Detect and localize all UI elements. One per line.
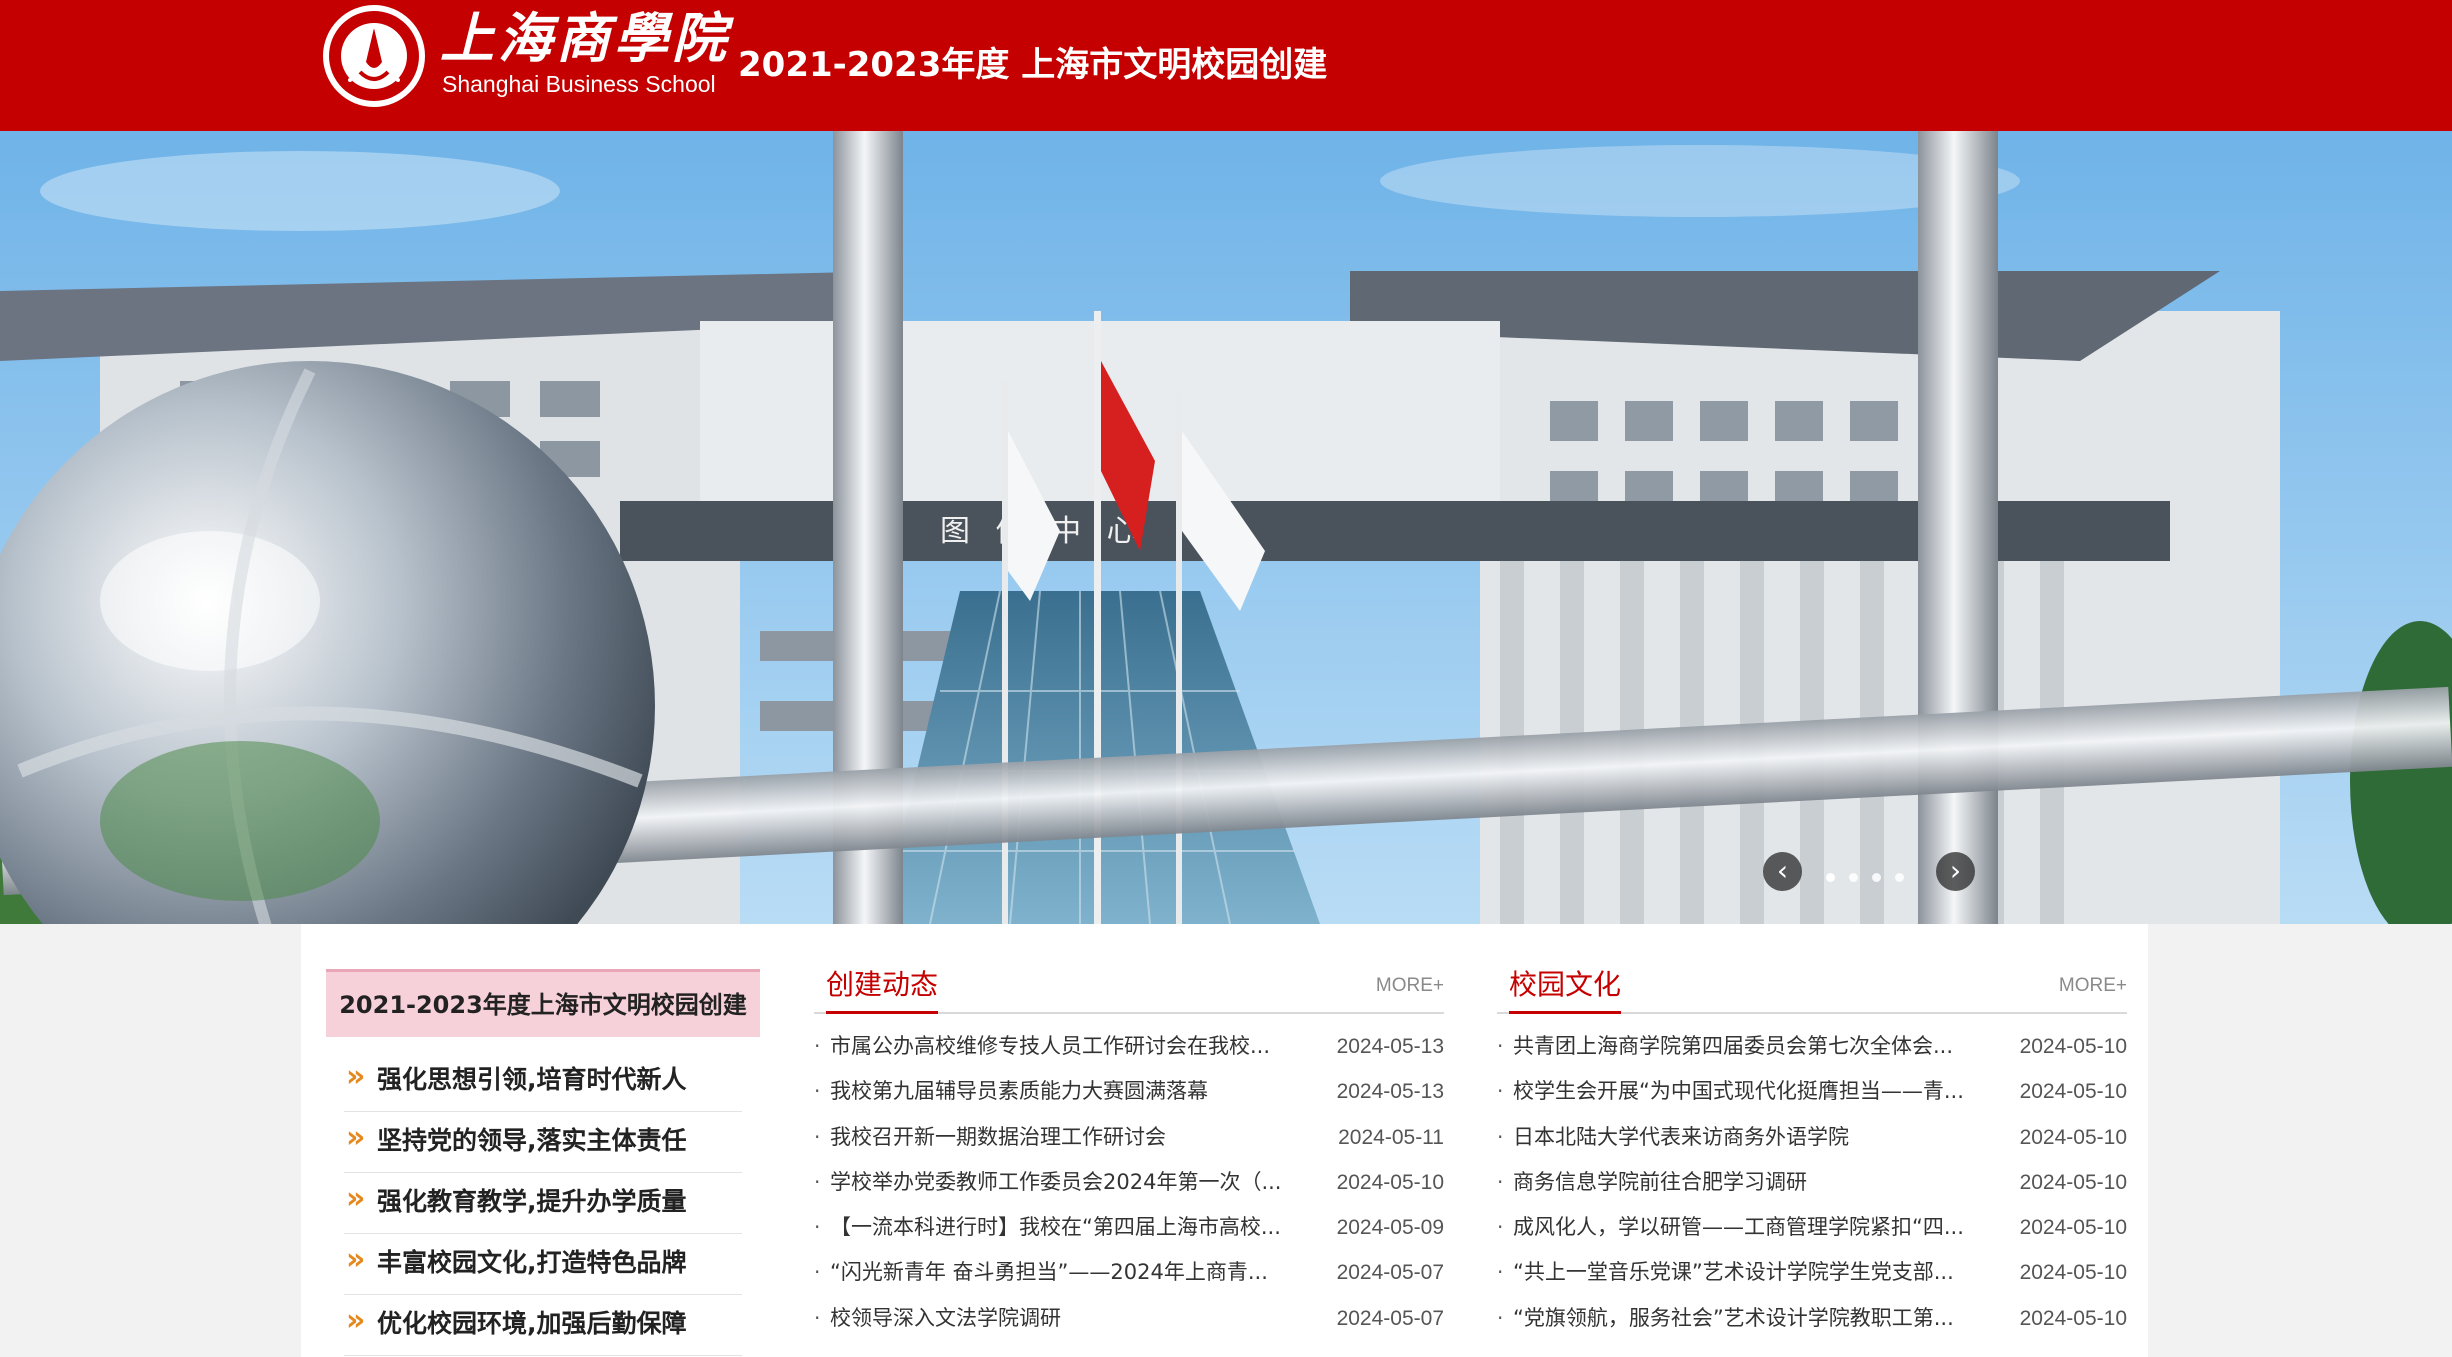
column-title[interactable]: 校园文化 — [1509, 964, 1622, 1014]
banner-dot[interactable] — [1826, 873, 1835, 882]
double-chevron-icon: » — [346, 1120, 366, 1155]
news-item[interactable]: · 共青团上海商学院第四届委员会第七次全体会... 2024-05-10 — [1497, 1024, 2127, 1069]
column-title[interactable]: 创建动态 — [826, 964, 939, 1014]
news-title[interactable]: 市属公办高校维修专技人员工作研讨会在我校... — [830, 1024, 1290, 1069]
news-item[interactable]: · 校学生会开展“为中国式现代化挺膺担当——青... 2024-05-10 — [1497, 1069, 2127, 1114]
school-seal-icon — [323, 5, 425, 107]
logo-english-name: Shanghai Business School — [442, 71, 716, 97]
double-chevron-icon: » — [346, 1242, 366, 1277]
news-item[interactable]: · 学校举办党委教师工作委员会2024年第一次（... 2024-05-10 — [814, 1160, 1444, 1205]
column-header: 创建动态 MORE+ — [814, 964, 1444, 1014]
sidebar-item-culture[interactable]: » 丰富校园文化,打造特色品牌 — [344, 1234, 742, 1295]
news-column-dynamics: 创建动态 MORE+ · 市属公办高校维修专技人员工作研讨会在我校... 2024-… — [814, 964, 1444, 1341]
news-title[interactable]: 商务信息学院前往合肥学习调研 — [1513, 1160, 1973, 1205]
double-chevron-icon: » — [346, 1181, 366, 1216]
banner-next-button[interactable]: › — [1936, 852, 1975, 891]
news-date: 2024-05-11 — [1338, 1125, 1444, 1149]
double-chevron-icon: » — [346, 1303, 366, 1338]
news-item[interactable]: · 校领导深入文法学院调研 2024-05-07 — [814, 1296, 1444, 1341]
news-item[interactable]: · 我校第九届辅导员素质能力大赛圆满落幕 2024-05-13 — [814, 1069, 1444, 1114]
sidebar-list: » 强化思想引领,培育时代新人 » 坚持党的领导,落实主体责任 » 强化教育教学,提升… — [326, 1051, 760, 1356]
news-date: 2024-05-07 — [1336, 1261, 1444, 1285]
double-chevron-icon: » — [346, 1059, 366, 1094]
news-title[interactable]: 我校第九届辅导员素质能力大赛圆满落幕 — [830, 1069, 1290, 1114]
news-item[interactable]: · “共上一堂音乐党课”艺术设计学院学生党支部... 2024-05-10 — [1497, 1250, 2127, 1295]
news-date: 2024-05-10 — [2019, 1125, 2127, 1149]
main-content: 2021-2023年度上海市文明校园创建 » 强化思想引领,培育时代新人 » 坚持党… — [301, 924, 2148, 1357]
sidebar-item-party[interactable]: » 坚持党的领导,落实主体责任 — [344, 1112, 742, 1173]
news-item[interactable]: · 【一流本科进行时】我校在“第四届上海市高校... 2024-05-09 — [814, 1205, 1444, 1250]
news-list: · 共青团上海商学院第四届委员会第七次全体会... 2024-05-10 · 校学生会… — [1497, 1024, 2127, 1341]
sidebar-title: 2021-2023年度上海市文明校园创建 — [326, 969, 760, 1037]
news-title[interactable]: 校学生会开展“为中国式现代化挺膺担当——青... — [1513, 1069, 1973, 1114]
news-item[interactable]: · 我校召开新一期数据治理工作研讨会 2024-05-11 — [814, 1115, 1444, 1160]
news-date: 2024-05-10 — [1336, 1170, 1444, 1194]
sidebar-item-label: 优化校园环境,加强后勤保障 — [377, 1309, 687, 1338]
news-title[interactable]: 学校举办党委教师工作委员会2024年第一次（... — [830, 1160, 1290, 1205]
sidebar: 2021-2023年度上海市文明校园创建 » 强化思想引领,培育时代新人 » 坚持党… — [326, 969, 760, 1356]
news-date: 2024-05-10 — [2019, 1261, 2127, 1285]
news-item[interactable]: · 商务信息学院前往合肥学习调研 2024-05-10 — [1497, 1160, 2127, 1205]
banner-dot[interactable] — [1895, 873, 1904, 882]
news-date: 2024-05-13 — [1336, 1035, 1444, 1058]
sidebar-item-teaching[interactable]: » 强化教育教学,提升办学质量 — [344, 1173, 742, 1234]
sidebar-item-thought[interactable]: » 强化思想引领,培育时代新人 — [344, 1051, 742, 1112]
sidebar-item-label: 丰富校园文化,打造特色品牌 — [377, 1248, 687, 1277]
column-header: 校园文化 MORE+ — [1497, 964, 2127, 1014]
sidebar-item-label: 强化思想引领,培育时代新人 — [377, 1065, 687, 1094]
news-item[interactable]: · 成风化人，学以研管——工商管理学院紧扣“四... 2024-05-10 — [1497, 1205, 2127, 1250]
banner-carousel[interactable]: 图 信 中 心 ‹ › — [0, 131, 2452, 924]
news-title[interactable]: 日本北陆大学代表来访商务外语学院 — [1513, 1115, 1973, 1160]
banner-dot[interactable] — [1872, 873, 1881, 882]
banner-pagination — [1826, 867, 1918, 882]
news-date: 2024-05-10 — [2019, 1216, 2127, 1240]
news-column-culture: 校园文化 MORE+ · 共青团上海商学院第四届委员会第七次全体会... 2024-… — [1497, 964, 2127, 1341]
sidebar-item-label: 坚持党的领导,落实主体责任 — [377, 1126, 687, 1155]
sidebar-item-label: 强化教育教学,提升办学质量 — [377, 1187, 687, 1216]
news-date: 2024-05-09 — [1336, 1216, 1444, 1240]
news-date: 2024-05-10 — [2019, 1035, 2127, 1058]
banner-prev-button[interactable]: ‹ — [1763, 852, 1802, 891]
chevron-left-icon: ‹ — [1776, 854, 1789, 887]
news-date: 2024-05-13 — [1336, 1080, 1444, 1104]
news-date: 2024-05-10 — [2019, 1306, 2127, 1330]
news-title[interactable]: “党旗领航，服务社会”艺术设计学院教职工第... — [1513, 1296, 1973, 1341]
banner-image: 图 信 中 心 — [0, 131, 2452, 924]
site-title: 2021-2023年度 上海市文明校园创建 — [738, 45, 1328, 85]
news-title[interactable]: 我校召开新一期数据治理工作研讨会 — [830, 1115, 1290, 1160]
news-title[interactable]: 共青团上海商学院第四届委员会第七次全体会... — [1513, 1024, 1973, 1069]
school-logo[interactable]: 上海商學院 Shanghai Business School — [320, 2, 730, 118]
more-link[interactable]: MORE+ — [1376, 976, 1444, 996]
news-title[interactable]: 成风化人，学以研管——工商管理学院紧扣“四... — [1513, 1205, 1973, 1250]
news-date: 2024-05-10 — [2019, 1080, 2127, 1104]
news-title[interactable]: 校领导深入文法学院调研 — [830, 1296, 1290, 1341]
more-link[interactable]: MORE+ — [2059, 976, 2127, 996]
banner-dot[interactable] — [1849, 873, 1858, 882]
site-header: 上海商學院 Shanghai Business School 2021-2023… — [0, 0, 2452, 131]
news-item[interactable]: · 日本北陆大学代表来访商务外语学院 2024-05-10 — [1497, 1115, 2127, 1160]
news-item[interactable]: · 市属公办高校维修专技人员工作研讨会在我校... 2024-05-13 — [814, 1024, 1444, 1069]
news-title[interactable]: 【一流本科进行时】我校在“第四届上海市高校... — [830, 1205, 1290, 1250]
news-date: 2024-05-10 — [2019, 1170, 2127, 1194]
news-title[interactable]: “共上一堂音乐党课”艺术设计学院学生党支部... — [1513, 1250, 1973, 1295]
news-item[interactable]: · “闪光新青年 奋斗勇担当”——2024年上商青... 2024-05-07 — [814, 1250, 1444, 1295]
news-title[interactable]: “闪光新青年 奋斗勇担当”——2024年上商青... — [830, 1250, 1290, 1295]
logo-chinese-name: 上海商學院 — [440, 6, 730, 70]
news-item[interactable]: · “党旗领航，服务社会”艺术设计学院教职工第... 2024-05-10 — [1497, 1296, 2127, 1341]
news-date: 2024-05-07 — [1336, 1306, 1444, 1330]
chevron-right-icon: › — [1949, 854, 1962, 887]
sidebar-item-environment[interactable]: » 优化校园环境,加强后勤保障 — [344, 1295, 742, 1356]
news-list: · 市属公办高校维修专技人员工作研讨会在我校... 2024-05-13 · 我校第九… — [814, 1024, 1444, 1341]
